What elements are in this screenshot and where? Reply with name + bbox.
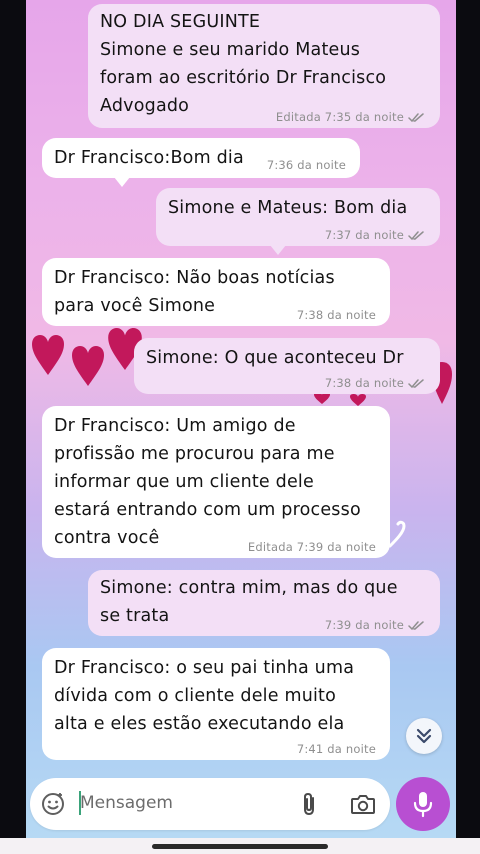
message-meta: 7:39 da noite: [325, 618, 426, 632]
right-edge: [456, 0, 480, 854]
bubble-tail: [114, 177, 130, 187]
message-text: Dr Francisco: o seu pai tinha uma dívida…: [54, 658, 355, 734]
message-bubble-outgoing[interactable]: Simone e Mateus: Bom dia 7:37 da noite: [156, 188, 440, 246]
chat-screen: NO DIA SEGUINTE Simone e seu marido Mate…: [0, 0, 480, 854]
message-timestamp: 7:41 da noite: [296, 742, 376, 756]
emoji-button[interactable]: [40, 791, 66, 817]
message-meta: Editada 7:35 da noite: [276, 110, 426, 124]
read-ticks-icon: [408, 112, 424, 122]
camera-button[interactable]: [348, 791, 378, 817]
message-text: Simone: O que aconteceu Dr: [146, 348, 404, 368]
message-meta: 7:38 da noite: [325, 376, 426, 390]
message-timestamp: Editada 7:35 da noite: [275, 110, 404, 124]
message-composer: [30, 778, 390, 830]
voice-message-button[interactable]: [396, 777, 450, 831]
message-timestamp: 7:36 da noite: [266, 158, 346, 172]
double-chevron-down-icon: [416, 728, 432, 744]
heart-icon: [32, 335, 64, 375]
message-bubble-outgoing[interactable]: Simone: contra mim, mas do que se trata …: [88, 570, 440, 636]
microphone-icon: [413, 792, 433, 818]
camera-icon: [351, 795, 375, 814]
paperclip-icon: [304, 792, 314, 816]
heart-icon: [350, 394, 366, 406]
message-bubble-incoming[interactable]: Dr Francisco: o seu pai tinha uma dívida…: [42, 648, 390, 760]
message-timestamp: Editada 7:39 da noite: [247, 540, 376, 554]
attach-button[interactable]: [296, 790, 322, 818]
bubble-tail: [270, 245, 286, 255]
message-bubble-incoming[interactable]: Dr Francisco:Bom dia 7:36 da noite: [42, 138, 360, 178]
message-timestamp: 7:37 da noite: [324, 228, 404, 242]
message-bubble-incoming[interactable]: Dr Francisco: Não boas notícias para voc…: [42, 258, 390, 326]
scroll-to-bottom-button[interactable]: [406, 718, 442, 754]
message-bubble-outgoing[interactable]: NO DIA SEGUINTE Simone e seu marido Mate…: [88, 4, 440, 128]
message-timestamp: 7:38 da noite: [324, 376, 404, 390]
message-text: Dr Francisco: Um amigo de profissão me p…: [54, 416, 361, 548]
left-edge: [0, 0, 26, 854]
message-text: Simone e Mateus: Bom dia: [168, 198, 408, 218]
read-ticks-icon: [408, 230, 424, 240]
emoji-icon: [42, 793, 64, 815]
message-meta: 7:37 da noite: [325, 228, 426, 242]
read-ticks-icon: [408, 620, 424, 630]
message-input[interactable]: [80, 788, 280, 818]
read-ticks-icon: [408, 378, 424, 388]
message-bubble-incoming[interactable]: Dr Francisco: Um amigo de profissão me p…: [42, 406, 390, 558]
home-gesture-handle[interactable]: [152, 844, 328, 849]
message-timestamp: 7:39 da noite: [324, 618, 404, 632]
message-timestamp: 7:38 da noite: [296, 308, 376, 322]
heart-icon: [72, 346, 104, 386]
message-text: NO DIA SEGUINTE Simone e seu marido Mate…: [100, 12, 387, 116]
message-bubble-outgoing[interactable]: Simone: O que aconteceu Dr 7:38 da noite: [134, 338, 440, 394]
